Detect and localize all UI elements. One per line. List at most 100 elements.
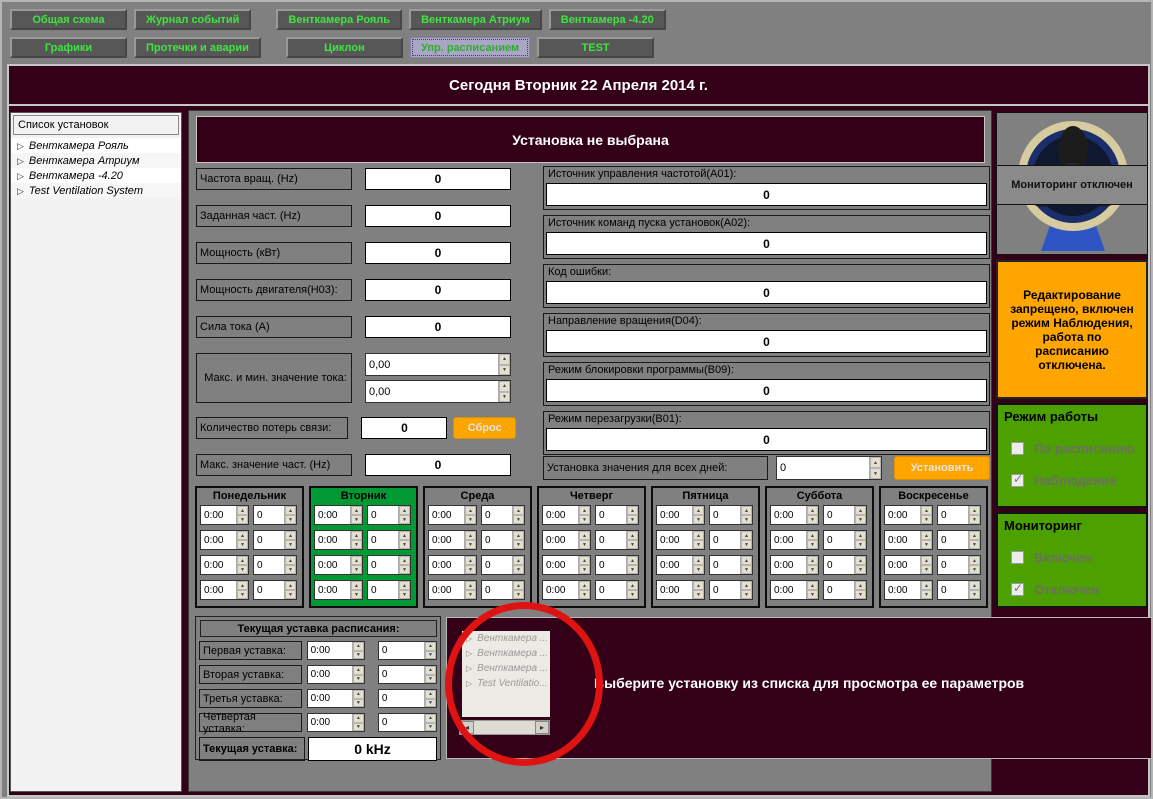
spinner-down-icon[interactable] <box>465 590 476 599</box>
checkbox-row[interactable]: Включен <box>1011 550 1140 565</box>
checkbox[interactable] <box>1011 474 1024 487</box>
setpoint-value-spinner[interactable]: 0 <box>378 641 437 660</box>
spinner-up-icon[interactable] <box>237 506 248 515</box>
slot-value-spinner[interactable]: 0 <box>367 505 411 525</box>
spinner-up-icon[interactable] <box>627 506 638 515</box>
slot-time-spinner[interactable]: 0:00 <box>656 580 705 600</box>
spinner-up-icon[interactable] <box>693 506 704 515</box>
spinner-up-icon[interactable] <box>237 556 248 565</box>
spinner-up-icon[interactable] <box>741 581 752 590</box>
spinner-up-icon[interactable] <box>741 531 752 540</box>
slot-time-spinner[interactable]: 0:00 <box>770 530 819 550</box>
spinner-down-icon[interactable] <box>579 540 590 549</box>
spinner-down-icon[interactable] <box>969 515 980 524</box>
slot-time-spinner[interactable]: 0:00 <box>770 505 819 525</box>
spinner-down-icon[interactable] <box>921 540 932 549</box>
scroll-right-icon[interactable] <box>535 721 549 734</box>
spinner-down-icon[interactable] <box>741 540 752 549</box>
slot-time-spinner[interactable]: 0:00 <box>200 530 249 550</box>
reset-button[interactable]: Сброс <box>453 417 516 439</box>
toolbar-button[interactable]: Венткамера Рояль <box>276 9 402 30</box>
current-min-spinner[interactable]: 0,00 <box>365 380 511 403</box>
slot-value-spinner[interactable]: 0 <box>481 580 525 600</box>
installation-list-item[interactable]: Венткамера Атриум <box>11 153 181 168</box>
spinner-down-icon[interactable] <box>425 699 436 708</box>
spinner-down-icon[interactable] <box>627 515 638 524</box>
spinner-up-icon[interactable] <box>855 506 866 515</box>
scrollbar-track[interactable] <box>474 721 535 734</box>
slot-time-spinner[interactable]: 0:00 <box>884 505 933 525</box>
setpoint-time-spinner[interactable]: 0:00 <box>307 713 365 732</box>
toolbar-button[interactable]: Графики <box>10 37 127 58</box>
spinner-down-icon[interactable] <box>693 515 704 524</box>
spinner-up-icon[interactable] <box>425 642 436 651</box>
spinner-down-icon[interactable] <box>627 565 638 574</box>
spinner-up-icon[interactable] <box>353 690 364 699</box>
slot-value-spinner[interactable]: 0 <box>937 505 981 525</box>
spinner-down-icon[interactable] <box>741 590 752 599</box>
spinner-down-icon[interactable] <box>855 590 866 599</box>
spinner-up-icon[interactable] <box>627 531 638 540</box>
spinner-up-icon[interactable] <box>353 666 364 675</box>
slot-time-spinner[interactable]: 0:00 <box>314 530 363 550</box>
spinner-up-icon[interactable] <box>285 506 296 515</box>
slot-time-spinner[interactable]: 0:00 <box>200 580 249 600</box>
slot-value-spinner[interactable]: 0 <box>937 580 981 600</box>
slot-value-spinner[interactable]: 0 <box>595 505 639 525</box>
slot-value-spinner[interactable]: 0 <box>709 580 753 600</box>
slot-time-spinner[interactable]: 0:00 <box>314 505 363 525</box>
setpoint-time-spinner[interactable]: 0:00 <box>307 665 365 684</box>
slot-time-spinner[interactable]: 0:00 <box>200 505 249 525</box>
spinner-down-icon[interactable] <box>499 392 510 403</box>
spinner-down-icon[interactable] <box>579 590 590 599</box>
mini-list-item[interactable]: Венткамера ... <box>462 646 550 661</box>
spinner-down-icon[interactable] <box>513 540 524 549</box>
spinner-down-icon[interactable] <box>237 565 248 574</box>
toolbar-button[interactable]: TEST <box>537 37 654 58</box>
slot-value-spinner[interactable]: 0 <box>823 555 867 575</box>
spinner-down-icon[interactable] <box>465 515 476 524</box>
spinner-down-icon[interactable] <box>465 565 476 574</box>
spinner-down-icon[interactable] <box>969 540 980 549</box>
checkbox-row[interactable]: Наблюдение <box>1011 473 1140 488</box>
spinner-up-icon[interactable] <box>807 556 818 565</box>
slot-value-spinner[interactable]: 0 <box>709 555 753 575</box>
spinner-down-icon[interactable] <box>921 515 932 524</box>
spinner-up-icon[interactable] <box>399 556 410 565</box>
toolbar-button[interactable]: Журнал событий <box>134 9 251 30</box>
spinner-up-icon[interactable] <box>921 581 932 590</box>
spinner-down-icon[interactable] <box>399 590 410 599</box>
slot-time-spinner[interactable]: 0:00 <box>542 580 591 600</box>
spinner-up-icon[interactable] <box>921 531 932 540</box>
spinner-up-icon[interactable] <box>351 556 362 565</box>
spinner-up-icon[interactable] <box>285 531 296 540</box>
slot-time-spinner[interactable]: 0:00 <box>884 555 933 575</box>
spinner-up-icon[interactable] <box>513 506 524 515</box>
spinner-down-icon[interactable] <box>969 590 980 599</box>
spinner-down-icon[interactable] <box>627 590 638 599</box>
toolbar-button[interactable]: Венткамера Атриум <box>409 9 542 30</box>
toolbar-button[interactable]: Протечки и аварии <box>134 37 261 58</box>
slot-time-spinner[interactable]: 0:00 <box>200 555 249 575</box>
spinner-up-icon[interactable] <box>741 506 752 515</box>
spinner-down-icon[interactable] <box>351 590 362 599</box>
spinner-up-icon[interactable] <box>741 556 752 565</box>
slot-value-spinner[interactable]: 0 <box>253 505 297 525</box>
spinner-up-icon[interactable] <box>969 506 980 515</box>
spinner-down-icon[interactable] <box>855 565 866 574</box>
spinner-up-icon[interactable] <box>399 581 410 590</box>
spinner-up-icon[interactable] <box>807 531 818 540</box>
spinner-down-icon[interactable] <box>399 565 410 574</box>
slot-time-spinner[interactable]: 0:00 <box>656 530 705 550</box>
slot-value-spinner[interactable]: 0 <box>709 505 753 525</box>
spinner-up-icon[interactable] <box>969 581 980 590</box>
slot-value-spinner[interactable]: 0 <box>595 555 639 575</box>
spinner-down-icon[interactable] <box>499 365 510 376</box>
spinner-down-icon[interactable] <box>969 565 980 574</box>
spinner-down-icon[interactable] <box>285 515 296 524</box>
spinner-up-icon[interactable] <box>855 556 866 565</box>
setpoint-time-spinner[interactable]: 0:00 <box>307 641 365 660</box>
spinner-up-icon[interactable] <box>425 666 436 675</box>
spinner-down-icon[interactable] <box>807 590 818 599</box>
spinner-up-icon[interactable] <box>285 556 296 565</box>
